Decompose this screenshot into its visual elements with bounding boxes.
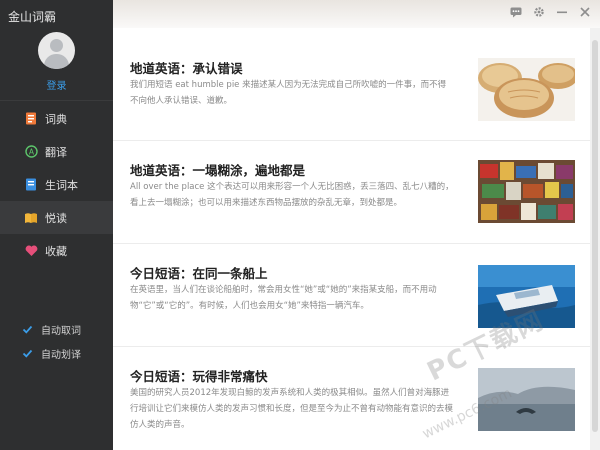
article-card[interactable]: 今日短语：玩得非常痛快 美国的研究人员2012年发现白鲸的发声系统和人类的极其相… <box>113 347 590 447</box>
svg-text:A: A <box>28 148 34 157</box>
settings-button[interactable] <box>532 5 546 19</box>
avatar-body <box>44 54 69 69</box>
app-title: 金山词霸 <box>8 10 57 24</box>
close-button[interactable] <box>578 5 592 19</box>
heart-icon <box>24 244 38 258</box>
wordbook-icon <box>24 178 38 192</box>
sidebar-item-translate[interactable]: A 翻译 <box>0 135 113 168</box>
article-title[interactable]: 地道英语：承认错误 <box>130 58 243 77</box>
article-title[interactable]: 今日短语：玩得非常痛快 <box>130 366 268 385</box>
article-card[interactable]: 地道英语：一塌糊涂，遍地都是 All over the place 这个表达可以… <box>113 141 590 244</box>
minimize-icon <box>557 11 567 14</box>
gear-icon <box>534 7 544 17</box>
translate-icon: A <box>24 145 38 159</box>
settings-checkboxes: 自动取词 自动划译 <box>22 317 81 365</box>
article-summary: 美国的研究人员2012年发现白鲸的发声系统和人类的极其相似。虽然人们曾对海豚进行… <box>130 388 454 430</box>
checkmark-icon <box>22 348 33 359</box>
sidebar-item-label: 词典 <box>45 112 67 126</box>
dictionary-icon <box>24 112 38 126</box>
article-thumbnail-whale[interactable] <box>478 368 575 431</box>
reading-icon <box>24 211 38 225</box>
article-thumbnail-pie[interactable] <box>478 58 575 121</box>
auto-lookup-checkbox[interactable]: 自动取词 <box>22 317 81 341</box>
minimize-button[interactable] <box>555 5 569 19</box>
window-controls <box>509 5 592 19</box>
sidebar-item-label: 悦读 <box>45 211 67 225</box>
article-title[interactable]: 地道英语：一塌糊涂，遍地都是 <box>130 160 305 179</box>
article-thumbnail-market[interactable] <box>478 160 575 223</box>
checkmark-icon <box>22 324 33 335</box>
sidebar-divider <box>0 100 113 101</box>
title-bar <box>113 0 600 28</box>
article-card[interactable]: 今日短语：在同一条船上 在英语里，当人们在谈论船舶时，常会用女性“她”或“她的”… <box>113 244 590 347</box>
sidebar-item-reading[interactable]: 悦读 <box>0 201 113 234</box>
sidebar-nav: 词典 A 翻译 生词本 悦读 收藏 <box>0 102 113 267</box>
checkbox-label: 自动取词 <box>41 325 81 337</box>
scrollbar-thumb[interactable] <box>592 40 598 432</box>
sidebar-item-dictionary[interactable]: 词典 <box>0 102 113 135</box>
avatar-head <box>50 39 63 52</box>
sidebar-item-favorites[interactable]: 收藏 <box>0 234 113 267</box>
article-summary: 在英语里，当人们在谈论船舶时，常会用女性“她”或“她的”来指某支船，而不用动物“… <box>130 285 437 311</box>
close-icon <box>580 7 590 17</box>
sidebar-item-label: 收藏 <box>45 244 67 258</box>
sidebar: 金山词霸 登录 词典 A 翻译 生词本 悦读 收藏 自动取词 自动划译 <box>0 0 113 450</box>
article-summary: 我们用短语 eat humble pie 来描述某人因为无法完成自己所吹嘘的一件… <box>130 80 447 106</box>
article-summary: All over the place 这个表达可以用来形容一个人无比困惑，丢三落… <box>130 182 454 208</box>
login-link[interactable]: 登录 <box>0 77 113 92</box>
sidebar-item-label: 翻译 <box>45 145 67 159</box>
auto-translate-checkbox[interactable]: 自动划译 <box>22 341 81 365</box>
message-icon <box>510 7 522 17</box>
article-card[interactable]: 地道英语：承认错误 我们用短语 eat humble pie 来描述某人因为无法… <box>113 28 590 141</box>
reading-feed: 地道英语：承认错误 我们用短语 eat humble pie 来描述某人因为无法… <box>113 28 590 450</box>
checkbox-label: 自动划译 <box>41 349 81 361</box>
sidebar-item-wordbook[interactable]: 生词本 <box>0 168 113 201</box>
article-thumbnail-boat[interactable] <box>478 265 575 328</box>
article-title[interactable]: 今日短语：在同一条船上 <box>130 263 268 282</box>
feedback-button[interactable] <box>509 5 523 19</box>
user-avatar[interactable] <box>38 32 75 69</box>
sidebar-item-label: 生词本 <box>45 178 78 192</box>
